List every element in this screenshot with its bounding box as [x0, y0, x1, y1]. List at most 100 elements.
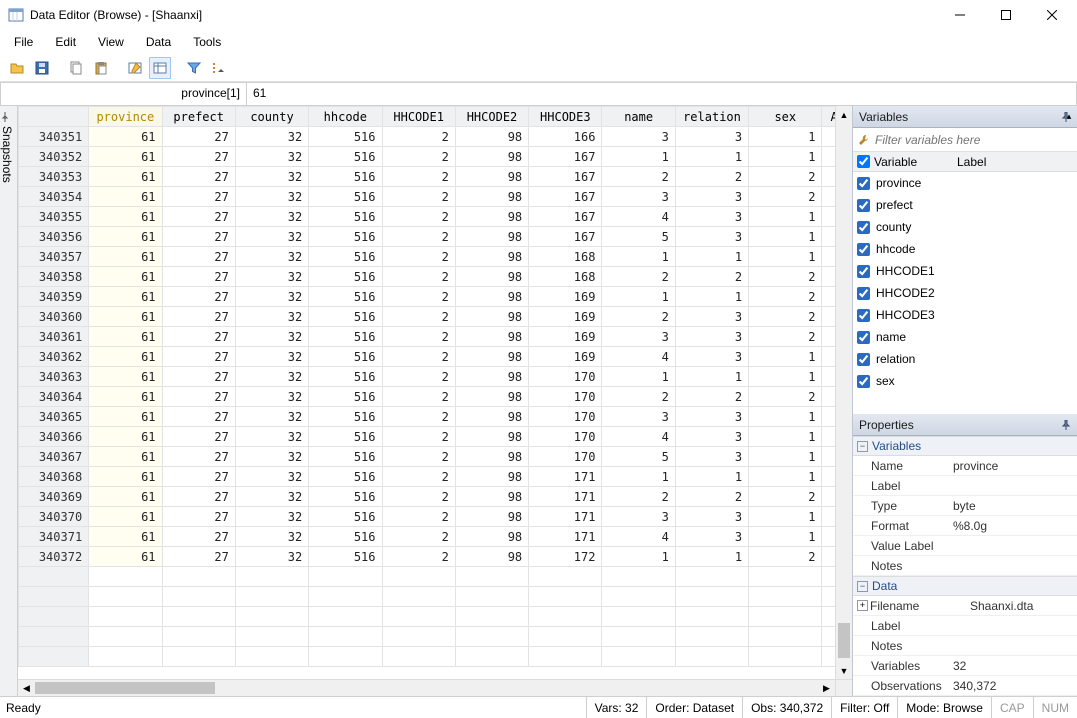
cell[interactable]: 516 [309, 307, 382, 327]
cell[interactable]: 2 [675, 167, 748, 187]
table-row[interactable]: 340364612732516298170222 [19, 387, 853, 407]
prop-row[interactable]: Notes [853, 556, 1077, 576]
cell[interactable]: 32 [235, 447, 308, 467]
cell[interactable]: 27 [162, 167, 235, 187]
cell[interactable]: 167 [529, 167, 602, 187]
cell[interactable]: 32 [235, 347, 308, 367]
col-label[interactable]: Label [957, 155, 986, 169]
cell[interactable]: 1 [749, 227, 822, 247]
cell[interactable]: 2 [382, 167, 455, 187]
cell[interactable]: 27 [162, 347, 235, 367]
cell[interactable]: 4 [602, 347, 675, 367]
variables-list[interactable]: province prefect county hhcode HHCODE1 H… [853, 172, 1077, 414]
menu-file[interactable]: File [4, 32, 43, 52]
cell[interactable]: 516 [309, 147, 382, 167]
cell[interactable]: 2 [382, 487, 455, 507]
menu-view[interactable]: View [88, 32, 134, 52]
cell[interactable]: 2 [749, 387, 822, 407]
cell[interactable]: 1 [749, 247, 822, 267]
row-header[interactable]: 340370 [19, 507, 89, 527]
cell[interactable]: 27 [162, 487, 235, 507]
close-button[interactable] [1029, 0, 1075, 30]
maximize-button[interactable] [983, 0, 1029, 30]
cell[interactable]: 516 [309, 267, 382, 287]
cell[interactable]: 61 [89, 467, 162, 487]
cell[interactable]: 516 [309, 367, 382, 387]
cell[interactable]: 1 [749, 527, 822, 547]
cell[interactable]: 32 [235, 327, 308, 347]
cell[interactable]: 171 [529, 467, 602, 487]
cell[interactable]: 32 [235, 287, 308, 307]
select-all-checkbox[interactable] [857, 155, 870, 168]
cell[interactable]: 2 [602, 387, 675, 407]
variable-checkbox[interactable] [857, 375, 870, 388]
cell[interactable]: 3 [602, 407, 675, 427]
cell[interactable]: 98 [455, 527, 528, 547]
cell[interactable]: 27 [162, 207, 235, 227]
cell[interactable]: 2 [382, 187, 455, 207]
variable-item-HHCODE1[interactable]: HHCODE1 [853, 260, 1077, 282]
cell[interactable]: 2 [382, 307, 455, 327]
cell[interactable]: 516 [309, 247, 382, 267]
cell[interactable]: 2 [602, 307, 675, 327]
cell[interactable]: 2 [749, 307, 822, 327]
scroll-right-icon[interactable]: ▶ [818, 680, 835, 696]
cell[interactable]: 61 [89, 507, 162, 527]
cell[interactable]: 3 [602, 187, 675, 207]
cell[interactable]: 2 [675, 267, 748, 287]
prop-group-variables[interactable]: −Variables [853, 436, 1077, 456]
variable-item-county[interactable]: county [853, 216, 1077, 238]
cell[interactable]: 171 [529, 527, 602, 547]
cell[interactable]: 98 [455, 227, 528, 247]
cell[interactable]: 1 [675, 147, 748, 167]
cell[interactable]: 2 [382, 467, 455, 487]
table-row[interactable]: 340351612732516298166331 [19, 127, 853, 147]
cell[interactable]: 1 [675, 287, 748, 307]
cell[interactable]: 168 [529, 247, 602, 267]
cell[interactable]: 2 [382, 367, 455, 387]
cell[interactable]: 3 [675, 507, 748, 527]
copy-icon[interactable] [65, 57, 87, 79]
cell[interactable]: 61 [89, 487, 162, 507]
table-row[interactable]: 340359612732516298169112 [19, 287, 853, 307]
variable-checkbox[interactable] [857, 331, 870, 344]
menu-edit[interactable]: Edit [45, 32, 86, 52]
cell[interactable]: 61 [89, 527, 162, 547]
cell[interactable]: 2 [749, 187, 822, 207]
cell[interactable]: 32 [235, 167, 308, 187]
cell[interactable]: 5 [602, 447, 675, 467]
prop-group-data[interactable]: −Data [853, 576, 1077, 596]
col-header-HHCODE1[interactable]: HHCODE1 [382, 107, 455, 127]
cell[interactable]: 32 [235, 227, 308, 247]
cell[interactable]: 32 [235, 467, 308, 487]
cell[interactable]: 27 [162, 147, 235, 167]
cell[interactable]: 3 [675, 307, 748, 327]
col-header-HHCODE3[interactable]: HHCODE3 [529, 107, 602, 127]
cell[interactable]: 27 [162, 387, 235, 407]
cell[interactable]: 2 [749, 167, 822, 187]
table-row[interactable]: 340362612732516298169431 [19, 347, 853, 367]
cell[interactable]: 2 [382, 347, 455, 367]
cell[interactable]: 32 [235, 207, 308, 227]
scroll-up-icon[interactable]: ▲ [836, 106, 852, 123]
cell[interactable]: 167 [529, 147, 602, 167]
row-header[interactable]: 340357 [19, 247, 89, 267]
cell[interactable]: 27 [162, 447, 235, 467]
cell[interactable]: 516 [309, 127, 382, 147]
menu-data[interactable]: Data [136, 32, 181, 52]
cell[interactable]: 98 [455, 367, 528, 387]
variable-item-sex[interactable]: sex [853, 370, 1077, 392]
cell[interactable]: 169 [529, 287, 602, 307]
cell[interactable]: 3 [602, 127, 675, 147]
cell[interactable]: 167 [529, 207, 602, 227]
filter-input[interactable] [875, 133, 1073, 147]
cell[interactable]: 27 [162, 187, 235, 207]
cell[interactable]: 516 [309, 387, 382, 407]
table-row[interactable]: 340358612732516298168222 [19, 267, 853, 287]
row-header[interactable]: 340362 [19, 347, 89, 367]
col-header-county[interactable]: county [235, 107, 308, 127]
cell[interactable]: 32 [235, 267, 308, 287]
table-row[interactable]: 340366612732516298170431 [19, 427, 853, 447]
prop-row[interactable]: Format%8.0g [853, 516, 1077, 536]
cell[interactable]: 32 [235, 527, 308, 547]
